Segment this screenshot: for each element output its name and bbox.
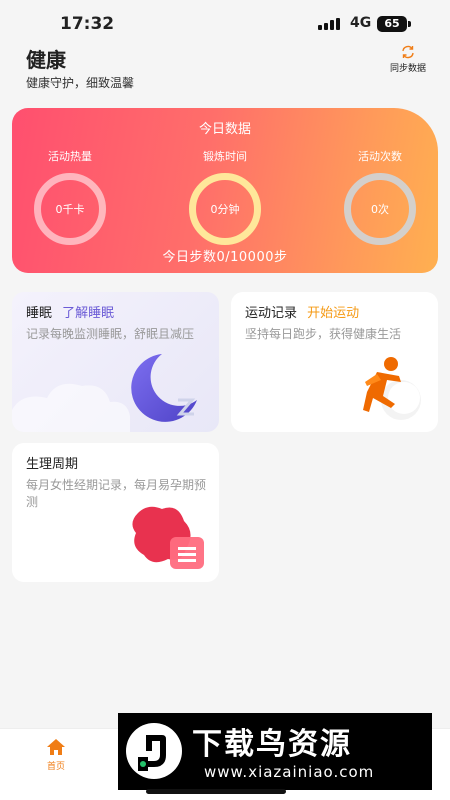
watermark-banner: 下载鸟资源 www.xiazainiao.com	[118, 713, 432, 790]
battery-icon: 65	[377, 16, 411, 32]
period-calendar-icon	[132, 506, 204, 569]
metric-value: 0千卡	[55, 203, 85, 216]
metric-exercise-time: 锻炼时间 0分钟	[170, 148, 280, 245]
calories-ring: 0千卡	[34, 173, 106, 245]
exercise-time-ring: 0分钟	[189, 173, 261, 245]
today-data-card: 今日数据 活动热量 0千卡 锻炼时间 0分钟 活动次数 0次 今日步数0/100…	[12, 108, 438, 273]
page-subtitle: 健康守护，细致温馨	[26, 76, 135, 90]
home-indicator	[146, 789, 286, 794]
bird-logo-icon	[126, 723, 182, 779]
home-icon	[47, 739, 65, 755]
metric-calories: 活动热量 0千卡	[15, 148, 125, 245]
metric-label: 活动次数	[358, 150, 402, 163]
sync-icon	[402, 45, 414, 59]
sport-card[interactable]: 运动记录 开始运动 坚持每日跑步，获得健康生活	[231, 292, 438, 432]
today-title: 今日数据	[198, 122, 251, 137]
metric-label: 锻炼时间	[203, 150, 247, 163]
status-bar: 17:32 4G 65	[0, 0, 450, 44]
watermark-text: 下载鸟资源	[192, 727, 352, 762]
sleep-card[interactable]: 睡眠 了解睡眠 记录每晚监测睡眠，舒眠且减压	[12, 292, 219, 432]
metric-value: 0分钟	[210, 203, 240, 216]
watermark-url: www.xiazainiao.com	[204, 763, 375, 781]
nav-home-label: 首页	[46, 762, 65, 772]
metric-value: 0次	[371, 203, 389, 216]
page-title: 健康	[26, 48, 66, 72]
steps-text: 今日步数0/10000步	[162, 250, 288, 265]
moon-cloud-icon	[12, 354, 197, 432]
metric-label: 活动热量	[48, 150, 92, 163]
period-card[interactable]: 生理周期 每月女性经期记录，每月易孕期预测	[12, 443, 219, 582]
network-label: 4G	[350, 15, 372, 31]
sync-label: 同步数据	[389, 64, 426, 74]
metric-activity-count: 活动次数 0次	[325, 148, 435, 245]
signal-icon	[318, 18, 342, 30]
runner-icon	[363, 357, 421, 420]
sync-data-button[interactable]: 同步数据	[384, 44, 432, 74]
status-time: 17:32	[60, 14, 115, 34]
nav-home-tab[interactable]: 首页	[36, 737, 76, 772]
activity-count-ring: 0次	[344, 173, 416, 245]
